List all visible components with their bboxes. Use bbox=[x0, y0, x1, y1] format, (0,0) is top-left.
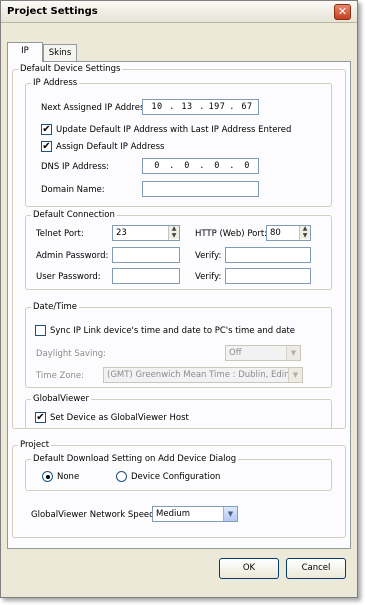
verify-user-label: Verify: bbox=[195, 272, 222, 282]
verify-admin-input[interactable] bbox=[225, 247, 311, 263]
verify-user-input[interactable] bbox=[225, 268, 311, 284]
http-port-value: 80 bbox=[270, 228, 281, 238]
ip-address-legend: IP Address bbox=[31, 78, 80, 88]
telnet-port-stepper[interactable]: ▲ ▼ bbox=[168, 226, 179, 240]
ip-address-group: IP Address Next Assigned IP Address: 10.… bbox=[25, 78, 332, 207]
admin-password-label: Admin Password: bbox=[36, 251, 109, 261]
assign-default-ip-label: Assign Default IP Address bbox=[56, 142, 165, 152]
next-ip-input[interactable]: 10. 13. 197. 67 bbox=[142, 99, 259, 115]
default-connection-legend: Default Connection bbox=[31, 210, 117, 220]
domain-name-input[interactable] bbox=[142, 181, 259, 197]
sync-time-checkbox[interactable] bbox=[35, 325, 46, 336]
daylight-saving-value: Off bbox=[229, 348, 242, 358]
dns-ip-input[interactable]: 0.0.0.0 bbox=[142, 158, 259, 174]
chevron-down-icon[interactable]: ▼ bbox=[223, 507, 237, 521]
cancel-button[interactable]: Cancel bbox=[286, 558, 346, 579]
update-default-ip-label: Update Default IP Address with Last IP A… bbox=[56, 125, 292, 135]
globalviewer-group: GlobalViewer ✔ Set Device as GlobalViewe… bbox=[25, 394, 332, 429]
tab-skins[interactable]: Skins bbox=[43, 44, 77, 61]
assign-default-ip-checkbox[interactable]: ✔ bbox=[41, 141, 52, 152]
check-icon: ✔ bbox=[36, 412, 45, 423]
user-password-label: User Password: bbox=[36, 272, 101, 282]
download-setting-group: Default Download Setting on Add Device D… bbox=[25, 454, 332, 491]
dns-ip-label: DNS IP Address: bbox=[41, 162, 110, 172]
spin-down-icon[interactable]: ▼ bbox=[300, 232, 310, 239]
radio-none[interactable] bbox=[42, 471, 53, 482]
user-password-input[interactable] bbox=[112, 268, 180, 284]
daylight-saving-select[interactable]: Off ▼ bbox=[225, 345, 301, 361]
check-icon: ✔ bbox=[42, 124, 51, 135]
update-default-ip-checkbox[interactable]: ✔ bbox=[41, 124, 52, 135]
spin-up-icon[interactable]: ▲ bbox=[300, 226, 310, 232]
globalviewer-legend: GlobalViewer bbox=[31, 394, 92, 404]
tab-ip-label: IP bbox=[21, 46, 29, 56]
http-port-stepper[interactable]: ▲ ▼ bbox=[299, 226, 310, 240]
spin-down-icon[interactable]: ▼ bbox=[169, 232, 179, 239]
network-speed-label: GlobalViewer Network Speed: bbox=[31, 510, 158, 520]
telnet-port-label: Telnet Port: bbox=[36, 229, 84, 239]
tab-skins-label: Skins bbox=[48, 48, 72, 58]
radio-device-configuration-label: Device Configuration bbox=[131, 472, 221, 482]
project-settings-dialog: Project Settings ✕ IP Skins Default Devi… bbox=[0, 0, 358, 598]
ip-tab-panel: Default Device Settings IP Address Next … bbox=[7, 61, 351, 549]
project-legend: Project bbox=[18, 440, 52, 450]
radio-none-label: None bbox=[57, 472, 80, 482]
check-icon: ✔ bbox=[42, 141, 51, 152]
admin-password-input[interactable] bbox=[112, 247, 180, 263]
title-bar[interactable]: Project Settings ✕ bbox=[1, 1, 357, 23]
date-time-group: Date/Time Sync IP Link device's time and… bbox=[25, 302, 332, 388]
time-zone-value: (GMT) Greenwich Mean Time : Dublin, Edin… bbox=[107, 370, 303, 380]
project-group: Project Default Download Setting on Add … bbox=[12, 440, 346, 538]
globalviewer-host-checkbox[interactable]: ✔ bbox=[35, 412, 46, 423]
close-icon: ✕ bbox=[337, 5, 348, 18]
network-speed-value: Medium bbox=[156, 509, 190, 519]
sync-time-label: Sync IP Link device's time and date to P… bbox=[50, 326, 296, 336]
spin-up-icon[interactable]: ▲ bbox=[169, 226, 179, 232]
default-connection-group: Default Connection Telnet Port: 23 ▲ ▼ HT… bbox=[25, 210, 332, 290]
globalviewer-host-label: Set Device as GlobalViewer Host bbox=[50, 413, 189, 423]
domain-name-label: Domain Name: bbox=[41, 185, 105, 195]
radio-selected-dot bbox=[46, 475, 50, 479]
daylight-saving-label: Daylight Saving: bbox=[36, 349, 106, 359]
chevron-down-icon[interactable]: ▼ bbox=[286, 346, 300, 360]
close-button[interactable]: ✕ bbox=[334, 4, 351, 20]
date-time-legend: Date/Time bbox=[31, 302, 79, 312]
download-setting-legend: Default Download Setting on Add Device D… bbox=[31, 454, 239, 464]
default-device-settings-group: Default Device Settings IP Address Next … bbox=[12, 64, 346, 429]
radio-device-configuration[interactable] bbox=[116, 471, 127, 482]
network-speed-select[interactable]: Medium ▼ bbox=[152, 506, 238, 522]
time-zone-select[interactable]: (GMT) Greenwich Mean Time : Dublin, Edin… bbox=[103, 367, 303, 383]
http-port-label: HTTP (Web) Port: bbox=[195, 229, 268, 239]
tab-ip[interactable]: IP bbox=[7, 42, 43, 62]
chevron-down-icon[interactable]: ▼ bbox=[288, 368, 302, 382]
time-zone-label: Time Zone: bbox=[36, 371, 85, 381]
telnet-port-value: 23 bbox=[116, 228, 127, 238]
window-title: Project Settings bbox=[7, 6, 98, 17]
verify-admin-label: Verify: bbox=[195, 251, 222, 261]
next-ip-label: Next Assigned IP Address: bbox=[41, 103, 152, 113]
http-port-input[interactable]: 80 ▲ ▼ bbox=[266, 225, 311, 241]
default-device-settings-legend: Default Device Settings bbox=[18, 64, 123, 74]
telnet-port-input[interactable]: 23 ▲ ▼ bbox=[112, 225, 180, 241]
ok-button[interactable]: OK bbox=[219, 558, 279, 579]
